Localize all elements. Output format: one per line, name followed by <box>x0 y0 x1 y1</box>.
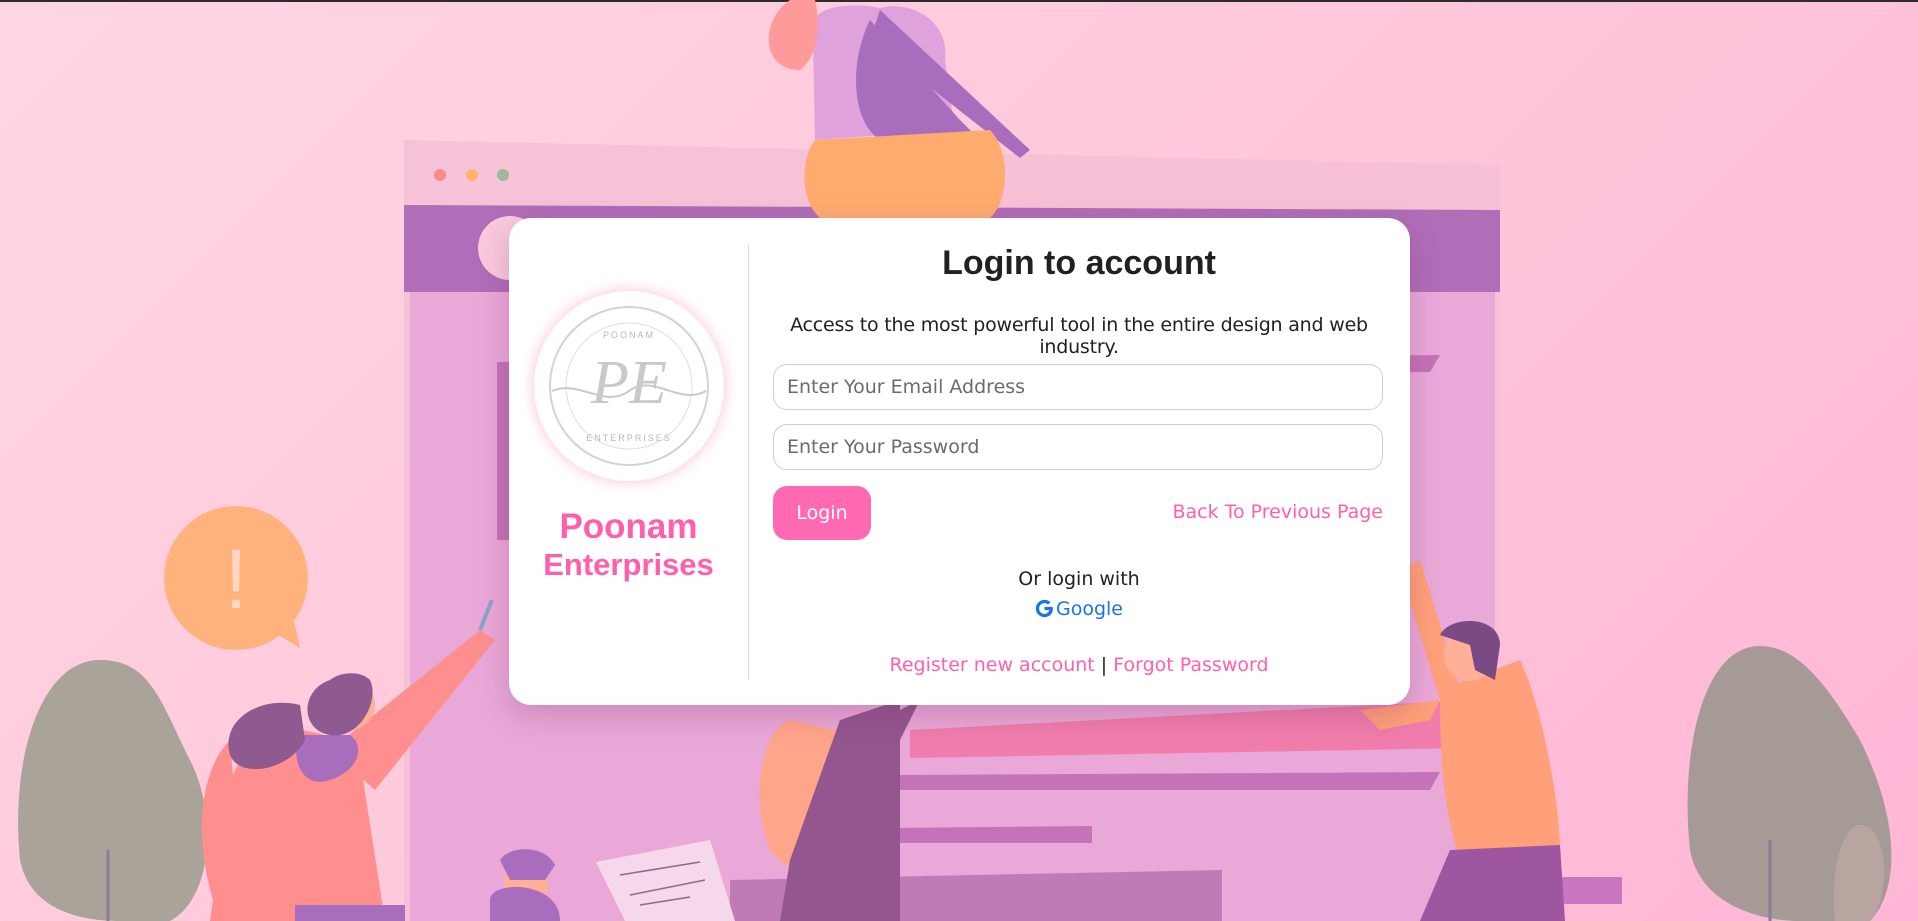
svg-text:ENTERPRISES: ENTERPRISES <box>586 433 672 443</box>
window-dot-orange <box>466 169 478 181</box>
svg-text:POONAM: POONAM <box>603 330 655 340</box>
logo-emblem-icon: POONAM PE ENTERPRISES <box>549 306 709 466</box>
password-input[interactable] <box>773 424 1383 470</box>
brand-panel: POONAM PE ENTERPRISES Poonam Enterprises <box>509 218 748 705</box>
brand-logo: POONAM PE ENTERPRISES <box>534 291 724 481</box>
email-input[interactable] <box>773 364 1383 410</box>
brand-name-line2: Enterprises <box>543 547 714 582</box>
google-icon <box>1035 599 1053 618</box>
forgot-password-link[interactable]: Forgot Password <box>1113 654 1268 676</box>
login-card: POONAM PE ENTERPRISES Poonam Enterprises… <box>509 218 1410 705</box>
window-dot-green <box>497 169 509 181</box>
login-form: Login to account Access to the most powe… <box>773 218 1385 705</box>
window-dot-red <box>434 169 446 181</box>
svg-text:PE: PE <box>590 349 667 417</box>
register-link[interactable]: Register new account <box>889 654 1094 676</box>
login-button[interactable]: Login <box>773 486 871 540</box>
alert-symbol: ! <box>224 532 247 626</box>
back-to-previous-link[interactable]: Back To Previous Page <box>1172 501 1383 523</box>
brand-name-line1: Poonam <box>559 507 698 546</box>
link-separator: | <box>1100 654 1108 676</box>
google-login-link[interactable]: Google <box>773 598 1385 620</box>
brand-name: Poonam Enterprises <box>509 508 748 584</box>
panel-divider <box>748 244 749 680</box>
account-links: Register new account | Forgot Password <box>773 654 1385 676</box>
or-login-with-text: Or login with <box>1018 568 1140 590</box>
page-subtitle: Access to the most powerful tool in the … <box>790 314 1368 358</box>
google-label: Google <box>1055 598 1123 620</box>
page-title: Login to account <box>942 244 1216 282</box>
